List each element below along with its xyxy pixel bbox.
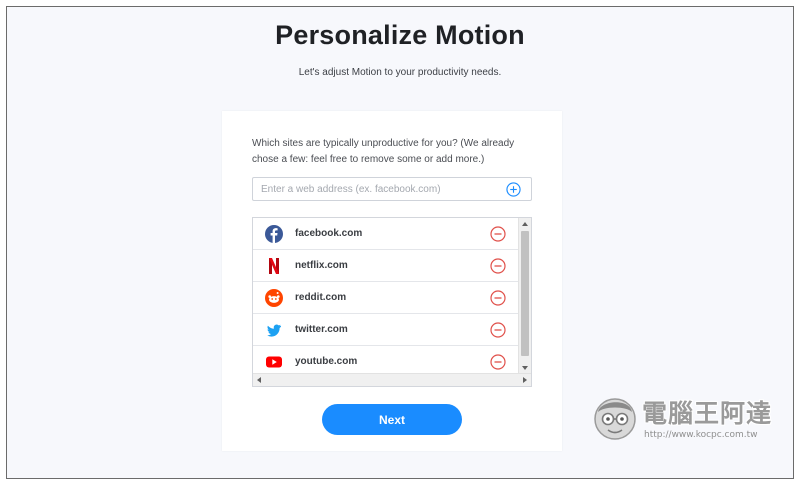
- youtube-icon: [266, 356, 282, 368]
- plus-circle-icon[interactable]: [506, 182, 521, 197]
- watermark: 電腦王阿達 http://www.kocpc.com.tw: [592, 392, 777, 452]
- personalize-card: Which sites are typically unproductive f…: [222, 111, 562, 451]
- next-button[interactable]: Next: [322, 404, 462, 435]
- scroll-left-arrow-icon[interactable]: [257, 377, 261, 383]
- minus-circle-icon[interactable]: [490, 258, 506, 274]
- watermark-title: 電腦王阿達: [642, 399, 773, 428]
- watermark-url: http://www.kocpc.com.tw: [644, 430, 758, 440]
- minus-circle-icon[interactable]: [490, 290, 506, 306]
- site-name: netflix.com: [295, 260, 348, 271]
- list-item: reddit.com: [253, 282, 518, 314]
- netflix-icon: [269, 258, 279, 274]
- vertical-scrollbar[interactable]: [518, 218, 531, 374]
- site-name: facebook.com: [295, 228, 363, 239]
- scroll-right-arrow-icon[interactable]: [523, 377, 527, 383]
- scroll-down-arrow-icon[interactable]: [522, 366, 528, 370]
- horizontal-scrollbar[interactable]: [253, 373, 531, 386]
- site-name: youtube.com: [295, 356, 358, 367]
- minus-circle-icon[interactable]: [490, 226, 506, 242]
- list-item: facebook.com: [253, 218, 518, 250]
- app-window: Personalize Motion Let's adjust Motion t…: [6, 6, 794, 479]
- reddit-icon: [265, 289, 283, 307]
- minus-circle-icon[interactable]: [490, 354, 506, 370]
- list-item: netflix.com: [253, 250, 518, 282]
- page-title: Personalize Motion: [275, 20, 525, 50]
- facebook-icon: [265, 225, 283, 243]
- list-item: twitter.com: [253, 314, 518, 346]
- twitter-icon: [267, 324, 281, 337]
- sites-question: Which sites are typically unproductive f…: [252, 138, 515, 165]
- page-subtitle: Let's adjust Motion to your productivity…: [298, 67, 502, 78]
- web-address-input[interactable]: [253, 178, 498, 200]
- mascot-logo-icon: [594, 398, 636, 440]
- scroll-thumb[interactable]: [521, 231, 529, 356]
- web-address-field: [252, 177, 532, 201]
- scroll-up-arrow-icon[interactable]: [522, 222, 528, 226]
- site-name: reddit.com: [295, 292, 347, 303]
- site-name: twitter.com: [295, 324, 348, 335]
- minus-circle-icon[interactable]: [490, 322, 506, 338]
- site-list: facebook.com netflix.com reddit.com twit…: [252, 217, 532, 387]
